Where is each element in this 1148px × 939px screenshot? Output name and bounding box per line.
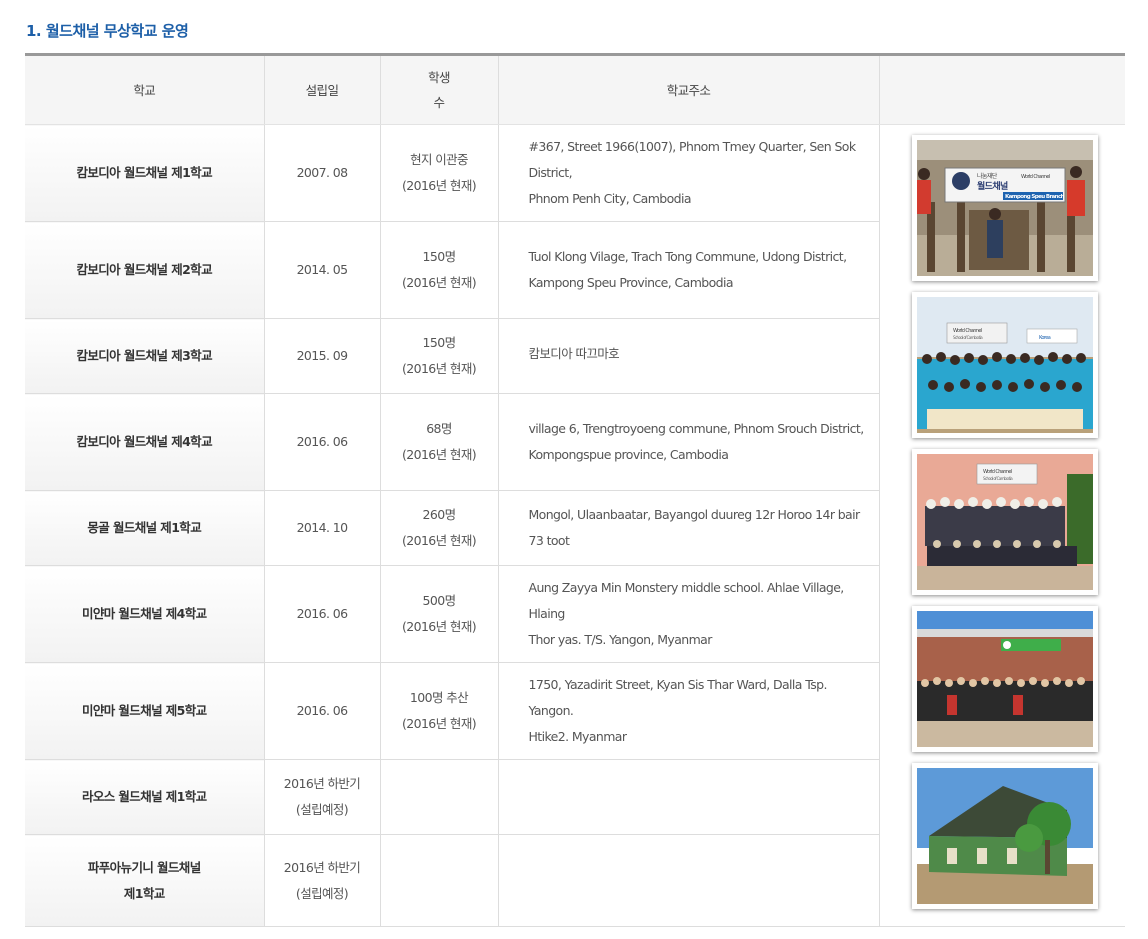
school-name: 미얀마 월드채널 제4학교 [25,565,264,663]
student-count [379,834,498,927]
school-address: #367, Street 1966(1007), Phnom Tmey Quar… [497,124,879,222]
photo-column: 나눔재단 월드채널 World Channel Kampong Speu Bra… [878,124,1125,927]
date-value: 2016년 하반기 [283,859,361,875]
address-line1: #367, Street 1966(1007), Phnom Tmey Quar… [528,139,857,180]
photo-school-5 [911,763,1098,909]
wall-sign-sub: School of Cambodia [983,476,1013,481]
founded-date: 2015. 09 [263,318,380,394]
count-note: (2016년 현재) [401,619,477,634]
address-line1: Tuol Klong Vilage, Trach Tong Commune, U… [528,249,848,264]
green-building-photo [916,768,1093,904]
school-address: Tuol Klong Vilage, Trach Tong Commune, U… [497,221,879,319]
table-header-row: 학교 설립일 학생 수 학교주소 [25,54,1125,125]
wall-sign-text: World Channel [983,469,1012,475]
address-line1: 1750, Yazadirit Street, Kyan Sis Thar Wa… [528,677,828,718]
photo-school-4 [911,606,1098,752]
banner-text: World Channel [953,328,982,334]
school-address: Mongol, Ulaanbaatar, Bayangol duureg 12r… [497,490,879,566]
address-line1: Mongol, Ulaanbaatar, Bayangol duureg 12r… [528,507,861,548]
school-address: Aung Zayya Min Monstery middle school. A… [497,565,879,663]
count-note: (2016년 현재) [401,361,477,376]
count-note: (2016년 현재) [401,275,477,290]
count-value: 100명 추산 [409,690,469,705]
header-photo [878,54,1125,125]
school-address: village 6, Trengtroyoeng commune, Phnom … [497,393,879,491]
founded-date: 2014. 05 [263,221,380,319]
header-address: 학교주소 [497,54,879,125]
student-count: 150명 (2016년 현재) [379,221,498,319]
school-name: 캄보디아 월드채널 제1학교 [25,124,264,222]
founded-date: 2016년 하반기 (설립예정) [263,834,380,927]
banner-tag: Korea [1039,335,1051,341]
founded-date: 2007. 08 [263,124,380,222]
count-note: (2016년 현재) [401,533,477,548]
banner-sub: School of Cambodia [953,335,983,340]
photo-school-1: 나눔재단 월드채널 World Channel Kampong Speu Bra… [911,135,1098,281]
group-photo-brick-building [916,611,1093,747]
founded-date: 2016. 06 [263,662,380,760]
sign-text-2: 월드채널 [977,180,1008,192]
school-name: 캄보디아 월드채널 제2학교 [25,221,264,319]
school-name: 캄보디아 월드채널 제3학교 [25,318,264,394]
school-address: 캄보디아 따끄마호 [497,318,879,394]
school-name: 파푸아뉴기니 월드채널 제1학교 [25,834,264,927]
address-line1: 캄보디아 따끄마호 [528,346,620,361]
school-name: 캄보디아 월드채널 제4학교 [25,393,264,491]
founded-date: 2016년 하반기 (설립예정) [263,759,380,835]
school-table: 학교 설립일 학생 수 학교주소 캄보디아 월드채널 제1학교 2007. 08… [25,53,1125,927]
count-value: 260명 [422,507,457,522]
date-value: 2016년 하반기 [283,776,361,791]
student-count: 100명 추산 (2016년 현재) [379,662,498,760]
group-photo-pink-wall: World Channel School of Cambodia [916,454,1093,590]
table-row: 캄보디아 월드채널 제1학교 2007. 08 현지 이관중 (2016년 현재… [25,124,1125,927]
count-value: 150명 [422,249,457,264]
photo-school-2: World Channel School of Cambodia Korea [911,292,1098,438]
address-line2: Phnom Penh City, Cambodia [528,191,692,206]
school-address [497,759,879,835]
count-value: 현지 이관중 [410,152,468,167]
count-value: 68명 [426,421,452,436]
section-title: 1. 월드채널 무상학교 운영 [26,22,189,40]
student-count: 68명 (2016년 현재) [379,393,498,491]
address-line1: village 6, Trengtroyoeng commune, Phnom … [528,421,865,436]
school-name: 몽골 월드채널 제1학교 [25,490,264,566]
group-photo-students: World Channel School of Cambodia Korea [916,297,1093,433]
count-value: 150명 [422,335,457,350]
count-note: (2016년 현재) [401,716,477,731]
header-students-line2: 수 [433,95,446,110]
school-name-line1: 파푸아뉴기니 월드채널 [87,859,201,875]
sign-text-3: World Channel [1021,174,1050,180]
address-line2: Kompongspue province, Cambodia [528,447,729,462]
sign-banner: Kampong Speu Branch [1005,194,1065,200]
address-line2: Kampong Speu Province, Cambodia [528,275,734,290]
student-count: 500명 (2016년 현재) [379,565,498,663]
date-note: (설립예정) [295,885,349,901]
count-note: (2016년 현재) [401,178,477,193]
student-count: 150명 (2016년 현재) [379,318,498,394]
founded-date: 2016. 06 [263,565,380,663]
founded-date: 2016. 06 [263,393,380,491]
count-value: 500명 [422,593,457,608]
student-count [379,759,498,835]
date-note: (설립예정) [295,802,349,817]
school-address: 1750, Yazadirit Street, Kyan Sis Thar Wa… [497,662,879,760]
address-line2: Htike2. Myanmar [528,729,628,744]
sign-text-1: 나눔재단 [977,172,998,180]
photo-school-3: World Channel School of Cambodia [911,449,1098,595]
count-note: (2016년 현재) [401,447,477,462]
header-school: 학교 [25,54,264,125]
school-name: 미얀마 월드채널 제5학교 [25,662,264,760]
header-students-line1: 학생 [428,70,450,85]
school-name-line2: 제1학교 [123,885,165,901]
address-line1: Aung Zayya Min Monstery middle school. A… [528,580,845,621]
header-founded: 설립일 [263,54,380,125]
sign-hanging-photo: 나눔재단 월드채널 World Channel Kampong Speu Bra… [916,140,1093,276]
header-students: 학생 수 [379,54,498,125]
founded-date: 2014. 10 [263,490,380,566]
student-count: 현지 이관중 (2016년 현재) [379,124,498,222]
school-name: 라오스 월드채널 제1학교 [25,759,264,835]
address-line2: Thor yas. T/S. Yangon, Myanmar [528,632,713,647]
school-address [497,834,879,927]
student-count: 260명 (2016년 현재) [379,490,498,566]
